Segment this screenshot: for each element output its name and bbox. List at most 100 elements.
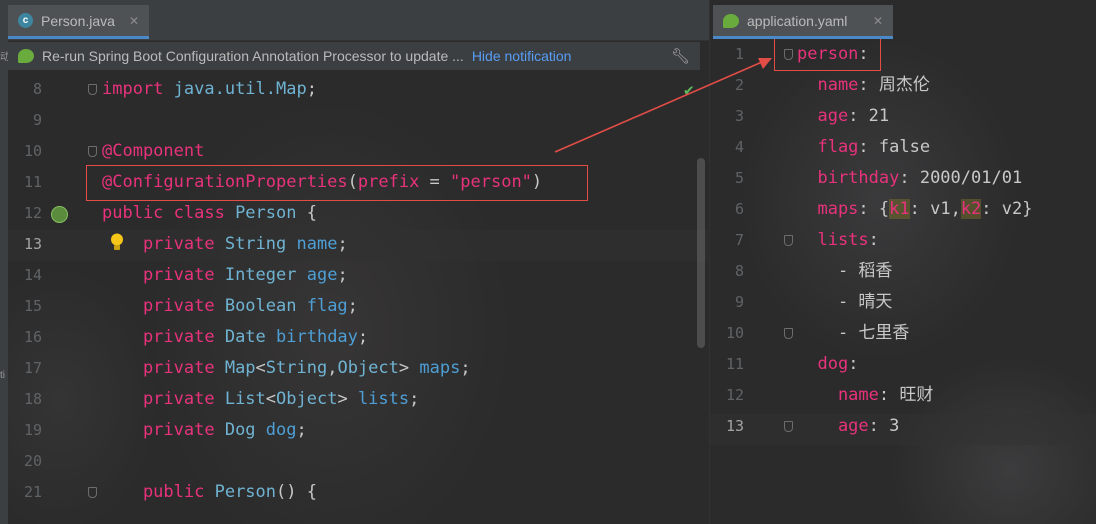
line-number: 10	[23, 142, 42, 160]
code-token: private	[102, 327, 225, 347]
code-token: Person	[214, 482, 277, 502]
notification-text: Re-run Spring Boot Configuration Annotat…	[42, 48, 464, 64]
lightbulb-icon[interactable]	[110, 233, 124, 252]
wrench-icon[interactable]: 🔧︎	[671, 47, 690, 65]
code-token: >	[398, 358, 420, 378]
yaml-code-line[interactable]: name: 旺财	[797, 380, 933, 411]
code-token: : v1,	[909, 199, 961, 219]
line-number: 13	[725, 417, 744, 435]
line-number: 8	[32, 80, 42, 98]
code-token: age	[797, 416, 869, 436]
yaml-code-line[interactable]: - 晴天	[797, 287, 892, 318]
left-tool-strip	[0, 40, 8, 524]
code-token: public class	[102, 203, 236, 223]
code-token: private	[102, 389, 225, 409]
yaml-code-line[interactable]: flag: false	[797, 132, 930, 163]
java-code-line[interactable]: public Person() {	[102, 477, 317, 508]
code-token: : {	[858, 199, 890, 219]
fold-marker-icon[interactable]	[88, 487, 97, 498]
code-token: List	[224, 389, 266, 409]
line-number: 7	[734, 231, 744, 249]
line-number: 18	[23, 390, 42, 408]
code-token: Object	[337, 358, 399, 378]
java-code-line[interactable]: private List<Object> lists;	[102, 384, 419, 415]
yaml-code-line[interactable]: - 七里香	[797, 318, 909, 349]
code-token: :	[848, 354, 859, 374]
code-token: java.util.Map	[173, 79, 307, 99]
code-token: age	[797, 106, 849, 126]
code-token: ;	[296, 420, 307, 440]
java-code-line[interactable]: private Map<String,Object> maps;	[102, 353, 471, 384]
code-token: lists	[357, 389, 410, 409]
code-token: ;	[460, 358, 471, 378]
code-token: private	[102, 265, 225, 285]
java-code-line[interactable]: @Component	[102, 136, 204, 167]
tab-label: Person.java	[41, 12, 115, 29]
spring-icon	[723, 13, 739, 28]
line-number: 14	[23, 266, 42, 284]
line-number: 9	[734, 293, 744, 311]
code-token: name	[797, 75, 859, 95]
fold-marker-icon[interactable]	[784, 328, 793, 339]
hide-notification-link[interactable]: Hide notification	[472, 48, 572, 64]
code-token: Dog	[224, 420, 266, 440]
fold-marker-icon[interactable]	[784, 235, 793, 246]
java-code-line[interactable]: private Integer age;	[102, 260, 348, 291]
code-token: >	[337, 389, 358, 409]
java-editor-pane: c Person.java ✕ 动 ti Re-run Spring Boot …	[0, 0, 709, 524]
yaml-code-line[interactable]: maps: {k1: v1,k2: v2}	[797, 194, 1032, 225]
code-token: - 七里香	[797, 323, 910, 343]
yaml-code-line[interactable]: birthday: 2000/01/01	[797, 163, 1022, 194]
line-number: 6	[734, 200, 744, 218]
line-number: 19	[23, 421, 42, 439]
java-code-line[interactable]: import java.util.Map;	[102, 74, 317, 105]
yaml-code-line[interactable]: - 稻香	[797, 256, 892, 287]
yaml-code-line[interactable]: dog:	[797, 349, 858, 380]
java-code-line[interactable]: private Date birthday;	[102, 322, 368, 353]
yaml-code-line[interactable]: age: 3	[797, 411, 899, 442]
line-number: 15	[23, 297, 42, 315]
code-token: public	[102, 482, 215, 502]
code-token: birthday	[276, 327, 358, 347]
line-number: 1	[734, 45, 744, 63]
check-icon: ✔	[684, 80, 694, 99]
line-number: 4	[734, 138, 744, 156]
close-icon[interactable]: ✕	[129, 14, 139, 28]
line-number: 10	[725, 324, 744, 342]
yaml-editor-pane: 1 2 3 4 5 6 7 8 9 10 11 12 13 person: name: 周杰伦 age:…	[709, 0, 1096, 524]
code-token: flag	[797, 137, 859, 157]
yaml-code-line[interactable]: name: 周杰伦	[797, 70, 929, 101]
line-number: 20	[23, 452, 42, 470]
close-icon[interactable]: ✕	[873, 14, 883, 28]
code-token: lists	[797, 230, 869, 250]
yaml-code-line[interactable]: lists:	[797, 225, 878, 256]
java-code-line[interactable]: private Dog dog;	[102, 415, 307, 446]
code-token: - 稻香	[797, 261, 893, 281]
fold-marker-icon[interactable]	[784, 421, 793, 432]
java-code-line[interactable]: private Boolean flag;	[102, 291, 358, 322]
code-token: k2	[960, 199, 982, 219]
vertical-scrollbar[interactable]	[697, 158, 705, 348]
code-token: maps	[797, 199, 859, 219]
yaml-code-line[interactable]: age: 21	[797, 101, 889, 132]
java-code-line[interactable]: public class Person {	[102, 198, 317, 229]
code-token: ;	[357, 327, 369, 347]
line-number: 12	[23, 204, 42, 222]
prefix-highlight-box	[774, 38, 881, 71]
fold-marker-icon[interactable]	[88, 84, 97, 95]
code-token: ,	[327, 358, 338, 378]
code-token: ;	[347, 296, 358, 316]
line-number: 11	[725, 355, 744, 373]
spring-bean-icon[interactable]	[51, 206, 68, 223]
java-code-line[interactable]: private String name;	[102, 229, 348, 260]
tab-person-java[interactable]: c Person.java ✕	[8, 5, 149, 39]
fold-marker-icon[interactable]	[88, 146, 97, 157]
code-token: name	[797, 385, 879, 405]
spring-icon	[18, 49, 34, 63]
code-token: maps	[419, 358, 461, 378]
line-number: 8	[734, 262, 744, 280]
code-token: dog	[265, 420, 297, 440]
code-token: private	[102, 296, 225, 316]
line-number: 11	[23, 173, 42, 191]
tab-application-yaml[interactable]: application.yaml ✕	[713, 5, 893, 39]
